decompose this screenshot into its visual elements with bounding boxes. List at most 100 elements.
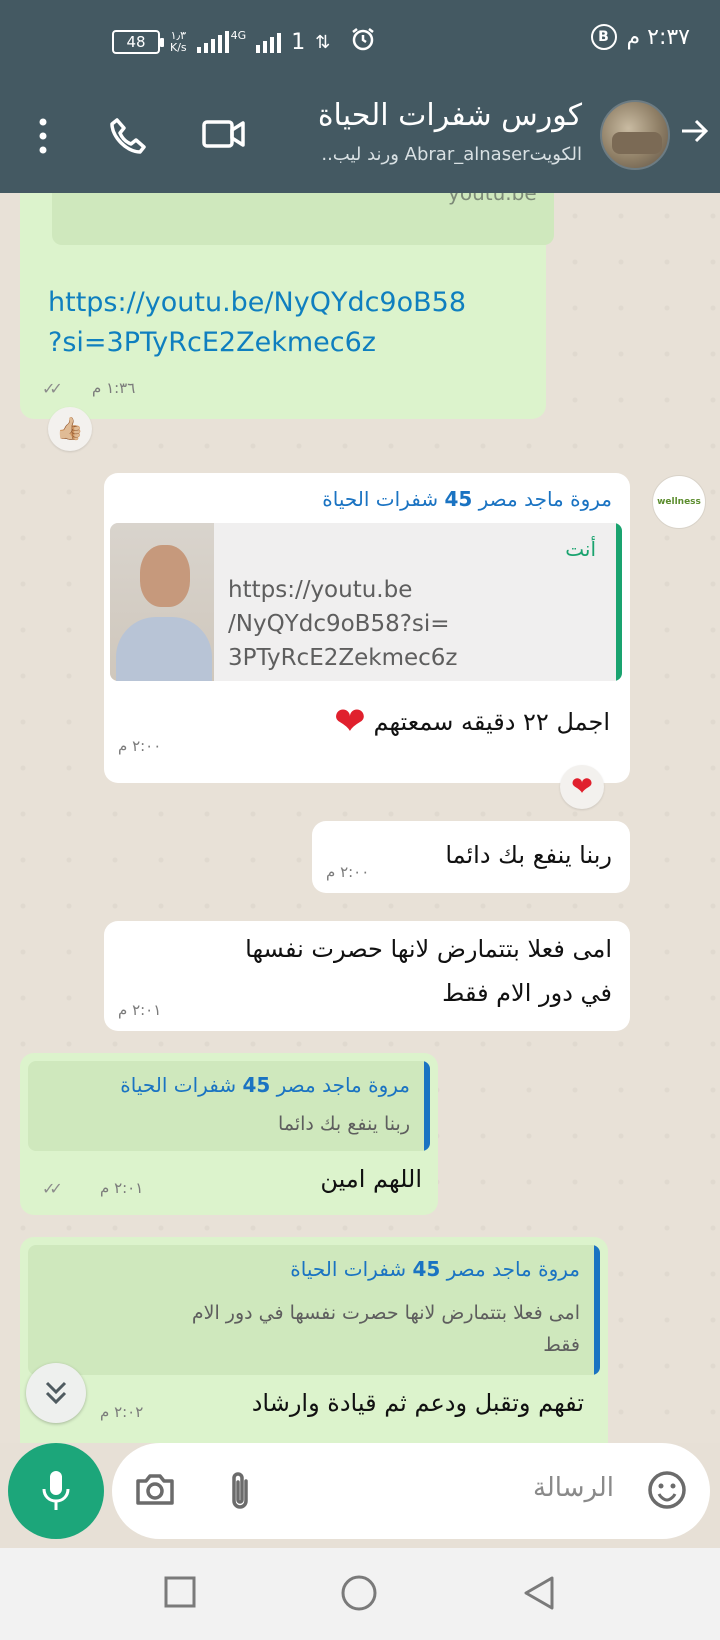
quoted-thumbnail [110, 523, 214, 681]
quote-text-line-2: فقط [543, 1334, 580, 1356]
quote-accent-bar [424, 1061, 430, 1151]
quote-author-name: مروة ماجد مصر [276, 1073, 410, 1097]
phone-call-icon[interactable] [108, 116, 148, 160]
quoted-message[interactable]: أنت https://youtu.be /NyQYdc9oB58?si= 3P… [110, 523, 622, 681]
message-time: ١:٣٦ م [92, 379, 136, 397]
circle-icon [341, 1575, 377, 1611]
heart-emoji-icon: ❤ [334, 699, 366, 743]
chat-header: كورس شفرات الحياة الكويتAbrar_alnaser ور… [0, 92, 720, 188]
quote-author: أنت [565, 537, 596, 561]
sender-name[interactable]: مروة ماجد مصر 45 شفرات الحياة [322, 487, 612, 511]
status-right: ٢:٣٧ م B [590, 24, 691, 50]
quote-author-tag: شفرات الحياة [120, 1073, 237, 1097]
status-time: ٢:٣٧ م [626, 24, 691, 50]
group-title[interactable]: كورس شفرات الحياة [318, 98, 582, 133]
quote-author-tag: شفرات الحياة [290, 1257, 407, 1281]
message-text: اللهم امين [320, 1165, 422, 1193]
quote-author-number: 45 [412, 1257, 441, 1281]
message-input-bar: الرسالة [0, 1443, 720, 1548]
message-outgoing-reply[interactable]: مروة ماجد مصر 45 شفرات الحياة ربنا ينفع … [20, 1053, 438, 1215]
home-button[interactable] [340, 1574, 378, 1616]
message-time: ٢:٠٢ م [100, 1403, 144, 1421]
message-outgoing-link[interactable]: youtu.be https://youtu.be/NyQYdc9oB58 ?s… [20, 193, 554, 419]
attach-icon[interactable] [226, 1469, 256, 1517]
quote-text-line-1: امى فعلا بتتمارض لانها حصرت نفسها في دور… [191, 1302, 580, 1324]
back-arrow-icon[interactable] [678, 114, 710, 154]
triangle-back-icon [524, 1576, 554, 1610]
message-text: تفهم وتقبل ودعم ثم قيادة وارشاد [251, 1389, 584, 1417]
network-type: 4G [230, 28, 247, 42]
sender-tag: شفرات الحياة [322, 487, 439, 511]
signal-icon [196, 31, 229, 53]
message-text-line-1: امى فعلا بتتمارض لانها حصرت نفسها [245, 935, 612, 963]
video-call-icon[interactable] [202, 116, 246, 156]
alarm-icon [350, 26, 376, 58]
group-avatar[interactable] [600, 100, 670, 170]
battery-indicator: 48 [112, 30, 164, 54]
read-ticks-icon: ✓✓ [42, 1179, 63, 1198]
message-composer[interactable]: الرسالة [112, 1443, 710, 1539]
sim-indicator: 1 [291, 29, 306, 55]
business-b-icon: B [590, 24, 617, 50]
data-arrows-icon: ⇅ [315, 31, 331, 53]
quote-text: https://youtu.be /NyQYdc9oB58?si= 3PTyRc… [228, 573, 458, 675]
status-bar: 48 ١٫٣ K/s 4G 1 ⇅ ٢:٣٧ م B [0, 0, 720, 84]
quote-accent-bar [594, 1245, 600, 1375]
message-incoming-reply[interactable]: مروة ماجد مصر 45 شفرات الحياة أنت https:… [104, 473, 630, 783]
quote-author-name: مروة ماجد مصر [446, 1257, 580, 1281]
message-time: ٢:٠٠ م [326, 863, 370, 881]
message-text-body: اجمل ٢٢ دقيقه سمعتهم [373, 708, 610, 736]
quote-accent-bar [616, 523, 622, 681]
back-button[interactable] [522, 1574, 556, 1616]
camera-icon[interactable] [134, 1469, 176, 1513]
message-outgoing-reply[interactable]: مروة ماجد مصر 45 شفرات الحياة امى فعلا ب… [20, 1237, 608, 1443]
link-line-1[interactable]: https://youtu.be/NyQYdc9oB58 [48, 283, 466, 323]
message-text-line-2: في دور الام فقط [442, 979, 612, 1007]
quoted-message[interactable]: مروة ماجد مصر 45 شفرات الحياة ربنا ينفع … [28, 1061, 430, 1151]
chat-header-bar: 48 ١٫٣ K/s 4G 1 ⇅ ٢:٣٧ م B كورس شفرات ال… [0, 0, 720, 193]
recent-apps-button[interactable] [162, 1574, 198, 1614]
quoted-message[interactable]: مروة ماجد مصر 45 شفرات الحياة امى فعلا ب… [28, 1245, 600, 1375]
sender-name-text: مروة ماجد مصر [478, 487, 612, 511]
quote-text: امى فعلا بتتمارض لانها حصرت نفسها في دور… [192, 1297, 580, 1361]
message-time: ٢:٠١ م [100, 1179, 144, 1197]
system-navigation-bar [0, 1548, 720, 1640]
voice-record-button[interactable] [8, 1443, 104, 1539]
microphone-icon [42, 1471, 70, 1510]
message-incoming[interactable]: امى فعلا بتتمارض لانها حصرت نفسها في دور… [104, 921, 630, 1031]
square-icon [164, 1576, 196, 1608]
sender-avatar[interactable]: wellness [652, 475, 706, 529]
chat-messages-area[interactable]: youtu.be https://youtu.be/NyQYdc9oB58 ?s… [0, 193, 720, 1443]
quote-text-line-3: 3PTyRcE2Zekmec6z [228, 645, 458, 671]
quote-text-line-2: /NyQYdc9oB58?si= [228, 611, 450, 637]
scroll-to-bottom-button[interactable] [26, 1363, 86, 1423]
network-speed-unit: K/s [170, 41, 187, 54]
quote-author: مروة ماجد مصر 45 شفرات الحياة [120, 1073, 410, 1097]
read-ticks-icon: ✓✓ [42, 379, 63, 398]
quote-author: مروة ماجد مصر 45 شفرات الحياة [290, 1257, 580, 1281]
message-time: ٢:٠٠ م [118, 737, 162, 755]
battery-level: 48 [126, 33, 146, 51]
link-preview-domain: youtu.be [448, 193, 537, 205]
emoji-icon[interactable] [646, 1469, 688, 1515]
double-chevron-down-icon [45, 1381, 67, 1405]
message-text: ربنا ينفع بك دائما [445, 841, 612, 869]
network-speed: ١٫٣ K/s [170, 30, 187, 54]
message-time: ٢:٠١ م [118, 1001, 162, 1019]
message-link[interactable]: https://youtu.be/NyQYdc9oB58 ?si=3PTyRcE… [48, 283, 466, 363]
more-options-icon[interactable] [36, 116, 50, 160]
reaction-heart[interactable]: ❤ [560, 765, 604, 809]
reaction-thumbs-up[interactable]: 👍🏼 [48, 407, 92, 451]
link-preview[interactable]: youtu.be [52, 193, 554, 245]
quote-text-line-1: https://youtu.be [228, 577, 413, 603]
signal-icon-2 [256, 31, 282, 53]
message-text: اجمل ٢٢ دقيقه سمعتهم ❤ [334, 699, 610, 743]
message-input[interactable]: الرسالة [533, 1473, 614, 1503]
message-incoming[interactable]: ربنا ينفع بك دائما ٢:٠٠ م [312, 821, 630, 893]
quote-text: ربنا ينفع بك دائما [278, 1113, 410, 1135]
sender-number: 45 [444, 487, 473, 511]
link-line-2[interactable]: ?si=3PTyRcE2Zekmec6z [48, 323, 466, 363]
status-left: 48 ١٫٣ K/s 4G 1 ⇅ [112, 26, 376, 58]
group-members[interactable]: الكويتAbrar_alnaser ورند ليب.. [321, 144, 582, 165]
quote-author-number: 45 [242, 1073, 271, 1097]
